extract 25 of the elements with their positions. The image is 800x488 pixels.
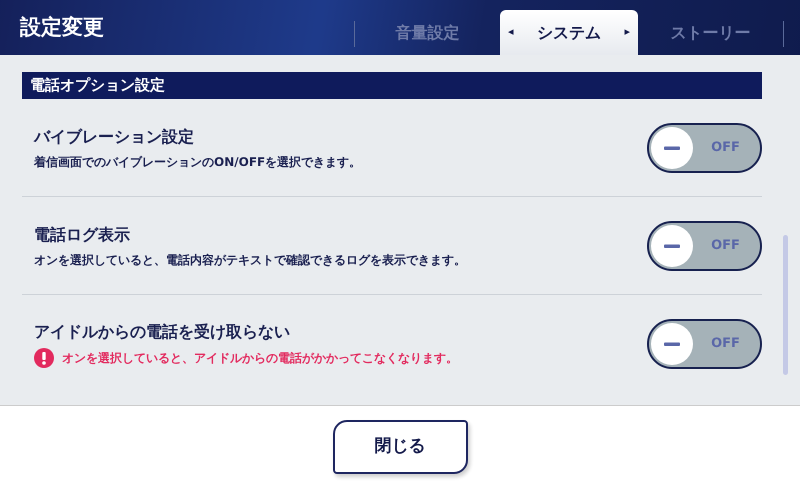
- next-arrow[interactable]: ▸: [624, 24, 630, 41]
- tab[interactable]: ストーリー: [638, 11, 783, 55]
- setting-title: アイドルからの電話を受け取らない: [34, 321, 291, 343]
- tab[interactable]: ◂ システム ▸: [500, 10, 638, 55]
- toggle-switch[interactable]: OFF: [647, 319, 762, 369]
- setting-title: バイブレーション設定: [34, 126, 195, 148]
- toggle-switch[interactable]: OFF: [647, 220, 762, 270]
- toggle-knob[interactable]: [651, 224, 693, 266]
- toggle-switch[interactable]: OFF: [647, 122, 762, 172]
- setting-description: 着信画面でのバイブレーションのON/OFFを選択できます。: [34, 154, 362, 170]
- toggle-label: OFF: [710, 236, 741, 255]
- warning-text: オンを選択していると、アイドルからの電話がかかってこなくなります。: [62, 350, 458, 367]
- close-button[interactable]: 閉じる: [332, 420, 468, 474]
- prev-arrow[interactable]: ◂: [508, 24, 514, 41]
- setting-title: 電話ログ表示: [34, 224, 131, 246]
- setting-description: オンを選択していると、電話内容がテキストで確認できるログを表示できます。: [34, 252, 466, 268]
- toggle-label: OFF: [710, 335, 741, 354]
- toggle-label: OFF: [710, 138, 741, 157]
- screen-title: 設定変更: [18, 14, 104, 41]
- toggle-knob[interactable]: [651, 323, 693, 365]
- warning-icon: [34, 348, 54, 368]
- scrollbar[interactable]: [783, 235, 788, 375]
- toggle-knob[interactable]: [651, 126, 693, 168]
- tab[interactable]: 音量設定: [355, 11, 500, 55]
- section-header: 電話オプション設定: [22, 72, 762, 99]
